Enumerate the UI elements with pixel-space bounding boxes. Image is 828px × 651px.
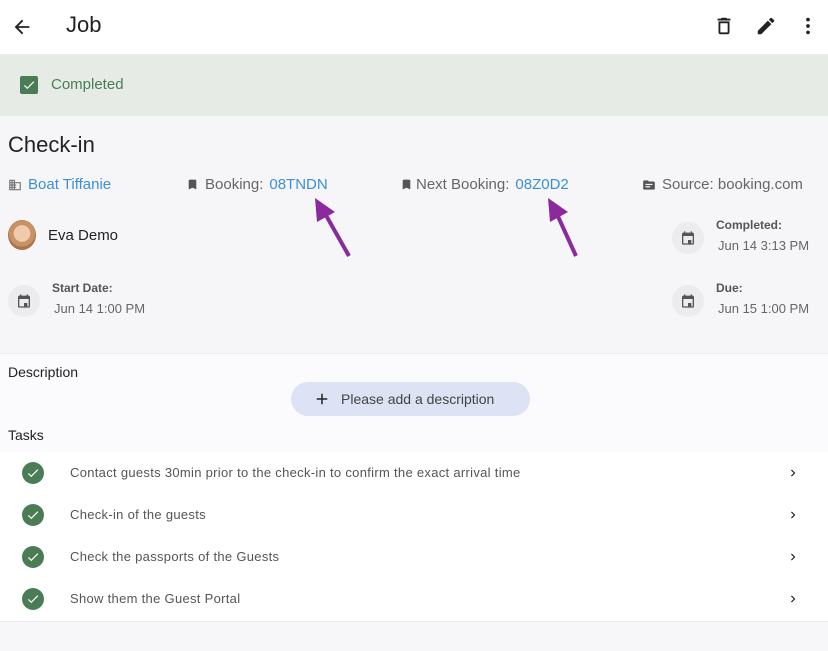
calendar-icon xyxy=(672,222,704,254)
delete-button[interactable] xyxy=(710,12,738,40)
add-description-label: Please add a description xyxy=(341,391,495,407)
edit-icon xyxy=(757,17,775,35)
completed-label: Completed: xyxy=(716,218,782,232)
status-banner: Completed xyxy=(0,54,828,116)
building-icon xyxy=(9,179,21,190)
start-date-label: Start Date: xyxy=(52,281,113,295)
next-booking-info: Next Booking: 08Z0D2 xyxy=(400,176,569,193)
task-label: Show them the Guest Portal xyxy=(70,591,241,606)
edit-button[interactable] xyxy=(752,12,780,40)
due-date-value: Jun 15 1:00 PM xyxy=(718,301,810,316)
next-booking-code-link[interactable]: 08Z0D2 xyxy=(515,176,568,193)
due-date-label: Due: xyxy=(716,281,743,295)
checkbox-checked-icon[interactable] xyxy=(20,76,38,94)
calendar-icon xyxy=(672,285,704,317)
more-vert-icon xyxy=(806,17,810,35)
bookmark-icon xyxy=(402,179,411,190)
arrow-left-icon xyxy=(14,19,30,35)
page-title: Job xyxy=(66,12,102,37)
plus-icon xyxy=(316,393,328,405)
completed-value: Jun 14 3:13 PM xyxy=(718,238,810,253)
next-booking-label: Next Booking: xyxy=(416,176,510,193)
source-text: Source: booking.com xyxy=(662,176,803,193)
status-label: Completed xyxy=(51,76,124,93)
due-date: Due: Jun 15 1:00 PM xyxy=(672,281,809,317)
chevron-right-icon xyxy=(791,469,796,477)
property-info: Boat Tiffanie xyxy=(8,176,111,193)
task-list: Contact guests 30min prior to the check-… xyxy=(0,452,828,622)
add-description-button[interactable]: Please add a description xyxy=(291,382,530,416)
assignee-name: Eva Demo xyxy=(48,226,119,244)
start-date-value: Jun 14 1:00 PM xyxy=(54,301,146,316)
booking-code-link[interactable]: 08TNDN xyxy=(269,176,327,193)
annotation-arrow xyxy=(315,198,351,257)
booking-label: Booking: xyxy=(205,176,264,193)
bookmark-icon xyxy=(188,179,197,190)
task-label: Contact guests 30min prior to the check-… xyxy=(70,465,521,480)
annotation-arrow xyxy=(548,198,578,257)
folder-icon xyxy=(643,179,655,190)
task-item[interactable]: Show them the Guest Portal xyxy=(0,578,828,620)
chevron-right-icon xyxy=(791,595,796,603)
check-circle-icon xyxy=(22,588,44,610)
assignee[interactable]: Eva Demo xyxy=(8,220,118,250)
calendar-icon xyxy=(8,285,40,317)
booking-info: Booking: 08TNDN xyxy=(186,176,328,193)
task-label: Check-in of the guests xyxy=(70,507,206,522)
more-options-button[interactable] xyxy=(794,12,822,40)
task-item[interactable]: Check the passports of the Guests xyxy=(0,536,828,578)
completed-date: Completed: Jun 14 3:13 PM xyxy=(672,218,809,254)
check-circle-icon xyxy=(22,462,44,484)
description-section: Description Please add a description Tas… xyxy=(0,353,828,453)
description-heading: Description xyxy=(8,364,79,380)
tasks-heading: Tasks xyxy=(8,427,44,443)
task-label: Check the passports of the Guests xyxy=(70,549,280,564)
chevron-right-icon xyxy=(791,511,796,519)
back-button[interactable] xyxy=(8,13,36,41)
page-background xyxy=(0,622,828,651)
task-item[interactable]: Contact guests 30min prior to the check-… xyxy=(0,452,828,494)
check-circle-icon xyxy=(22,504,44,526)
chevron-right-icon xyxy=(791,553,796,561)
property-link[interactable]: Boat Tiffanie xyxy=(28,176,111,193)
source-info: Source: booking.com xyxy=(642,176,803,193)
check-circle-icon xyxy=(22,546,44,568)
avatar xyxy=(8,220,36,250)
job-details: Check-in Boat Tiffanie Booking: 08TNDN N… xyxy=(0,116,828,353)
app-bar: Job xyxy=(0,0,828,54)
task-item[interactable]: Check-in of the guests xyxy=(0,494,828,536)
start-date: Start Date: Jun 14 1:00 PM xyxy=(8,281,145,317)
job-title: Check-in xyxy=(8,132,95,157)
delete-icon xyxy=(717,17,731,35)
